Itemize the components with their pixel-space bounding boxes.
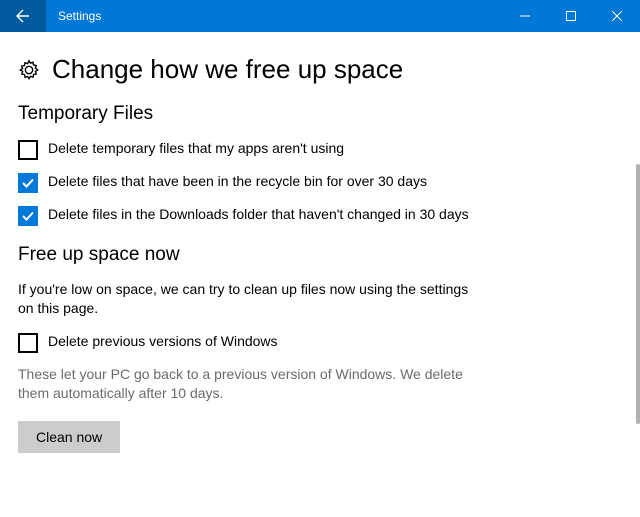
previous-versions-checkbox[interactable]	[18, 333, 38, 353]
page-title: Change how we free up space	[52, 54, 403, 85]
minimize-icon	[520, 11, 530, 21]
window-title: Settings	[46, 0, 502, 32]
back-arrow-icon	[15, 8, 31, 24]
previous-versions-label: Delete previous versions of Windows	[48, 332, 278, 351]
scrollbar-track[interactable]	[634, 32, 640, 517]
page-heading-row: Change how we free up space	[18, 54, 614, 85]
previous-versions-option: Delete previous versions of Windows	[18, 332, 478, 353]
temp-files-checkbox-2[interactable]	[18, 173, 38, 193]
clean-now-button[interactable]: Clean now	[18, 421, 120, 453]
temp-files-label-1: Delete temporary files that my apps aren…	[48, 139, 344, 158]
temp-files-label-2: Delete files that have been in the recyc…	[48, 172, 427, 191]
temp-files-checkbox-3[interactable]	[18, 206, 38, 226]
close-icon	[612, 11, 622, 21]
temp-files-checkbox-1[interactable]	[18, 140, 38, 160]
free-up-now-description: If you're low on space, we can try to cl…	[18, 280, 478, 318]
window-controls	[502, 0, 640, 32]
check-icon	[21, 176, 35, 190]
temp-files-label-3: Delete files in the Downloads folder tha…	[48, 205, 469, 224]
content-area: Change how we free up space Temporary Fi…	[0, 32, 640, 517]
back-button[interactable]	[0, 0, 46, 32]
gear-icon	[18, 59, 40, 81]
temp-files-option-3: Delete files in the Downloads folder tha…	[18, 205, 478, 226]
minimize-button[interactable]	[502, 0, 548, 32]
check-icon	[21, 209, 35, 223]
free-up-now-heading: Free up space now	[18, 244, 614, 266]
maximize-button[interactable]	[548, 0, 594, 32]
maximize-icon	[566, 11, 576, 21]
temporary-files-heading: Temporary Files	[18, 103, 614, 125]
previous-versions-help: These let your PC go back to a previous …	[18, 365, 478, 403]
close-button[interactable]	[594, 0, 640, 32]
temp-files-option-1: Delete temporary files that my apps aren…	[18, 139, 478, 160]
scrollbar-thumb[interactable]	[636, 164, 640, 424]
temp-files-option-2: Delete files that have been in the recyc…	[18, 172, 478, 193]
titlebar: Settings	[0, 0, 640, 32]
